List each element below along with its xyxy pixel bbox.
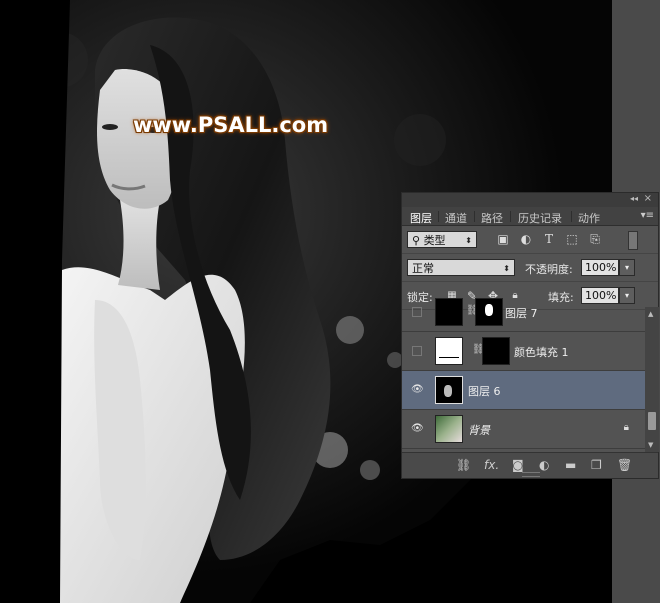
filter-kind-select[interactable]: ⚲ 类型 ⬍ [407, 231, 477, 248]
filter-smart-object-icon[interactable]: ⎘ [588, 232, 602, 246]
layer-thumbnail [435, 337, 463, 365]
blend-row: 正常 ⬍ 不透明度: 100% ▾ [402, 254, 658, 282]
panel-tabs: 图层 通道 路径 历史记录 动作 ▾≡ [402, 207, 658, 226]
fx-icon[interactable]: fx. [484, 458, 499, 472]
layer-thumbnail [435, 376, 463, 404]
filter-type-icon[interactable]: T [542, 232, 556, 246]
scroll-thumb[interactable] [648, 412, 656, 430]
adjustment-layer-icon[interactable]: ◐ [539, 458, 549, 472]
layer-thumbnail [435, 298, 463, 326]
tab-actions[interactable]: 动作 [578, 210, 600, 226]
link-layers-icon[interactable]: ⛓︎ [456, 458, 471, 472]
chevron-updown-icon: ⬍ [465, 236, 472, 245]
eye-icon[interactable]: 👁︎ [411, 385, 424, 395]
filter-row: ⚲ 类型 ⬍ ▣ ◐ T ⬚ ⎘ [402, 226, 658, 254]
filter-toggle[interactable] [628, 231, 638, 250]
layer-thumbnail [435, 415, 463, 443]
new-group-icon[interactable]: ▬ [565, 458, 576, 472]
eye-icon[interactable]: 👁︎ [411, 424, 424, 434]
trash-icon[interactable]: 🗑︎ [617, 458, 632, 472]
layer-row-layer-7[interactable]: ⛓︎ 图层 7 [402, 293, 645, 332]
resize-grip[interactable] [522, 472, 540, 477]
lock-icon: 🔒︎ [623, 422, 629, 433]
chevron-updown-icon: ⬍ [503, 264, 510, 273]
scroll-down-icon[interactable]: ▼ [648, 441, 653, 449]
tab-channels[interactable]: 通道 [445, 210, 467, 226]
opacity-dropdown-button[interactable]: ▾ [619, 259, 635, 276]
blend-mode-value: 正常 [412, 262, 434, 275]
layer-name[interactable]: 颜色填充 1 [514, 344, 569, 360]
layer-list: ⛓︎ 图层 7 ⛓︎ 颜色填充 1 👁︎ 图层 6 👁︎ 背景 🔒︎ [402, 298, 645, 452]
close-icon[interactable]: × [644, 193, 652, 204]
layer-name[interactable]: 背景 [468, 422, 490, 438]
filter-kind-value: 类型 [423, 234, 446, 247]
layer-row-layer-6[interactable]: 👁︎ 图层 6 [402, 371, 645, 410]
layer-name[interactable]: 图层 6 [468, 383, 501, 399]
filter-adjustment-icon[interactable]: ◐ [519, 232, 533, 246]
watermark-text: www.PSALL.com [133, 113, 329, 137]
visibility-toggle[interactable] [412, 307, 422, 317]
collapse-icon[interactable]: ◂◂ [630, 194, 638, 203]
opacity-label: 不透明度: [525, 263, 573, 276]
layer-row-background[interactable]: 👁︎ 背景 🔒︎ [402, 410, 645, 449]
mask-edge [0, 0, 70, 603]
layer-list-scrollbar[interactable]: ▲ ▼ [645, 307, 659, 452]
tab-paths[interactable]: 路径 [481, 210, 503, 226]
panel-title-bar[interactable]: ◂◂ × [402, 193, 658, 207]
filter-shape-icon[interactable]: ⬚ [565, 232, 579, 246]
layer-mask-thumbnail[interactable] [482, 337, 510, 365]
layers-panel: ◂◂ × 图层 通道 路径 历史记录 动作 ▾≡ ⚲ 类型 ⬍ ▣ ◐ T ⬚ … [401, 192, 659, 479]
layer-mask-thumbnail[interactable] [475, 298, 503, 326]
visibility-toggle[interactable] [412, 346, 422, 356]
tab-history[interactable]: 历史记录 [518, 210, 562, 226]
tab-layers[interactable]: 图层 [410, 210, 432, 226]
search-icon: ⚲ [412, 234, 424, 247]
new-layer-icon[interactable]: ❐ [591, 458, 602, 472]
scroll-up-icon[interactable]: ▲ [648, 310, 653, 318]
panel-bottom-toolbar: ⛓︎ fx. ◙ ◐ ▬ ❐ 🗑︎ [402, 452, 658, 478]
opacity-input[interactable]: 100% [581, 259, 619, 276]
blend-mode-select[interactable]: 正常 ⬍ [407, 259, 515, 276]
add-mask-icon[interactable]: ◙ [512, 458, 524, 472]
layer-row-color-fill-1[interactable]: ⛓︎ 颜色填充 1 [402, 332, 645, 371]
panel-menu-icon[interactable]: ▾≡ [641, 210, 654, 221]
layer-name[interactable]: 图层 7 [505, 305, 538, 321]
filter-pixel-icon[interactable]: ▣ [496, 232, 510, 246]
